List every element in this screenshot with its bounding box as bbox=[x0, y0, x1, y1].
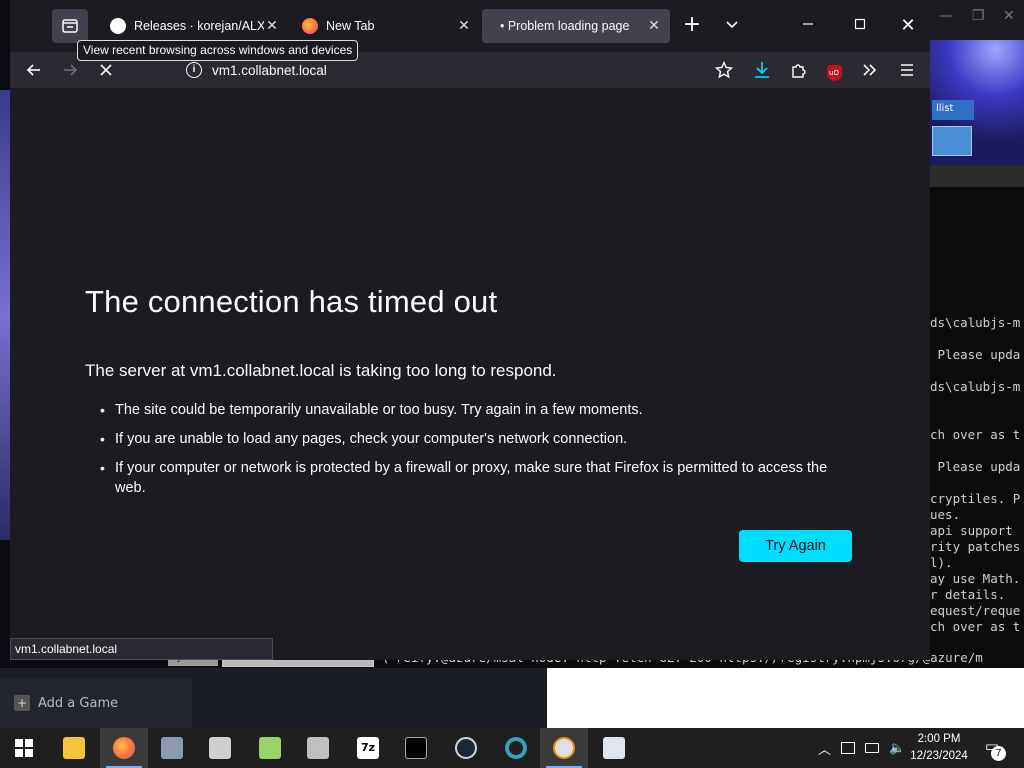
app-taskbar-button[interactable] bbox=[196, 728, 244, 768]
overflow-menu-button[interactable] bbox=[856, 56, 884, 84]
add-game-button[interactable]: + Add a Game bbox=[0, 678, 192, 728]
ublock-shield-icon: uO bbox=[826, 65, 842, 81]
background-window-controls[interactable]: — ❐ ✕ bbox=[930, 8, 1024, 24]
system-tray: ︿ 🔈 bbox=[812, 728, 912, 768]
terminal-icon bbox=[405, 737, 427, 759]
close-tab-icon[interactable]: ✕ bbox=[264, 17, 280, 34]
steam-taskbar-button[interactable] bbox=[442, 728, 490, 768]
chevron-down-icon bbox=[726, 21, 738, 29]
info-icon[interactable]: i bbox=[186, 62, 202, 78]
minimize-icon bbox=[803, 23, 813, 25]
close-tab-icon[interactable]: ✕ bbox=[456, 17, 472, 34]
clock-time: 2:00 PM bbox=[917, 733, 961, 745]
close-window-button[interactable]: ✕ bbox=[896, 14, 920, 38]
error-suggestions: The site could be temporarily unavailabl… bbox=[100, 400, 860, 507]
background-search-icon bbox=[932, 126, 972, 156]
app-taskbar-button[interactable] bbox=[492, 728, 540, 768]
vr-taskbar-button[interactable] bbox=[540, 728, 588, 768]
list-all-tabs-button[interactable] bbox=[720, 14, 744, 38]
notification-count-badge: 7 bbox=[991, 746, 1006, 761]
terminal-taskbar-button[interactable] bbox=[392, 728, 440, 768]
back-arrow-icon bbox=[26, 64, 40, 76]
maximize-button[interactable] bbox=[848, 14, 872, 38]
firefox-view-icon bbox=[62, 19, 78, 33]
steam-icon bbox=[455, 737, 477, 759]
chevron-up-icon[interactable]: ︿ bbox=[818, 739, 831, 758]
minimize-button[interactable] bbox=[796, 14, 820, 38]
app-taskbar-button[interactable] bbox=[148, 728, 196, 768]
close-tab-icon[interactable]: ✕ bbox=[646, 17, 662, 34]
tab-label: • Problem loading page bbox=[500, 19, 630, 33]
background-divider bbox=[930, 165, 1024, 187]
terminal-output: ds\calubjs-m Please upda ds\calubjs-m ch… bbox=[930, 187, 1024, 667]
star-icon bbox=[714, 60, 734, 79]
extensions-button[interactable] bbox=[784, 56, 812, 84]
windows-taskbar: 7z ︿ 🔈 2:00 PM 12/23/2024 ▭ 7 bbox=[0, 728, 1024, 768]
firefox-taskbar-button[interactable] bbox=[100, 728, 148, 768]
volume-icon[interactable]: 🔈 bbox=[889, 741, 905, 756]
notepad-icon bbox=[259, 737, 281, 759]
background-window-strip bbox=[0, 90, 10, 540]
download-icon bbox=[755, 62, 769, 78]
double-chevron-icon bbox=[863, 64, 877, 76]
downloads-button[interactable] bbox=[748, 56, 776, 84]
app-icon bbox=[161, 737, 183, 759]
github-icon bbox=[110, 18, 126, 34]
tooltip: View recent browsing across windows and … bbox=[77, 40, 359, 61]
app-taskbar-button[interactable] bbox=[590, 728, 638, 768]
firefox-icon bbox=[302, 18, 318, 34]
clock-date: 12/23/2024 bbox=[910, 750, 968, 762]
list-item: If your computer or network is protected… bbox=[100, 458, 860, 498]
firefox-window: Releases · korejan/ALXR-nightly ✕ New Ta… bbox=[10, 0, 930, 660]
vr-icon bbox=[553, 737, 575, 759]
windows-logo-icon bbox=[15, 739, 33, 757]
add-game-label: Add a Game bbox=[38, 695, 119, 711]
bookmark-button[interactable] bbox=[710, 56, 738, 84]
tray-app-icon[interactable] bbox=[841, 742, 856, 754]
back-button[interactable] bbox=[20, 56, 48, 84]
forward-arrow-icon bbox=[64, 64, 78, 76]
tab-label: Releases · korejan/ALXR-nightly bbox=[134, 19, 264, 33]
tab-problem-loading[interactable]: • Problem loading page ✕ bbox=[482, 9, 670, 43]
list-item: The site could be temporarily unavailabl… bbox=[100, 400, 860, 420]
document-icon bbox=[603, 737, 625, 759]
error-description: The server at vm1.collabnet.local is tak… bbox=[85, 361, 557, 380]
tab-new-tab[interactable]: New Tab ✕ bbox=[292, 9, 480, 43]
maximize-icon bbox=[854, 18, 866, 30]
taskbar-clock[interactable]: 2:00 PM 12/23/2024 bbox=[908, 731, 970, 765]
new-tab-button[interactable]: + bbox=[680, 14, 704, 38]
page-content: The connection has timed out The server … bbox=[10, 88, 930, 660]
tab-releases[interactable]: Releases · korejan/ALXR-nightly ✕ bbox=[100, 9, 288, 43]
puzzle-piece-icon bbox=[792, 64, 806, 78]
folder-icon bbox=[63, 737, 85, 759]
network-icon[interactable] bbox=[865, 743, 880, 753]
stop-icon bbox=[100, 64, 112, 76]
firefox-icon bbox=[113, 737, 135, 759]
start-button[interactable] bbox=[0, 728, 48, 768]
status-bar-url: vm1.collabnet.local bbox=[10, 638, 273, 660]
file-explorer-taskbar-button[interactable] bbox=[50, 728, 98, 768]
tab-label: New Tab bbox=[326, 19, 375, 33]
try-again-button[interactable]: Try Again bbox=[739, 530, 852, 562]
plus-icon: + bbox=[14, 695, 30, 711]
firefox-view-button[interactable] bbox=[52, 9, 88, 43]
app-taskbar-button[interactable] bbox=[246, 728, 294, 768]
ring-icon bbox=[505, 737, 527, 759]
hamburger-menu-icon bbox=[901, 64, 913, 76]
app-taskbar-button[interactable] bbox=[294, 728, 342, 768]
ublock-origin-button[interactable]: uO bbox=[820, 56, 848, 84]
7zip-taskbar-button[interactable]: 7z bbox=[344, 728, 392, 768]
background-list-tab: llist bbox=[932, 100, 974, 120]
printer-icon bbox=[209, 737, 231, 759]
list-item: If you are unable to load any pages, che… bbox=[100, 429, 860, 449]
network-icon bbox=[307, 737, 329, 759]
app-menu-button[interactable] bbox=[893, 56, 921, 84]
7zip-icon: 7z bbox=[357, 737, 379, 759]
url-text[interactable]: vm1.collabnet.local bbox=[212, 63, 327, 78]
background-white-window bbox=[547, 668, 1024, 728]
error-title: The connection has timed out bbox=[85, 284, 498, 319]
